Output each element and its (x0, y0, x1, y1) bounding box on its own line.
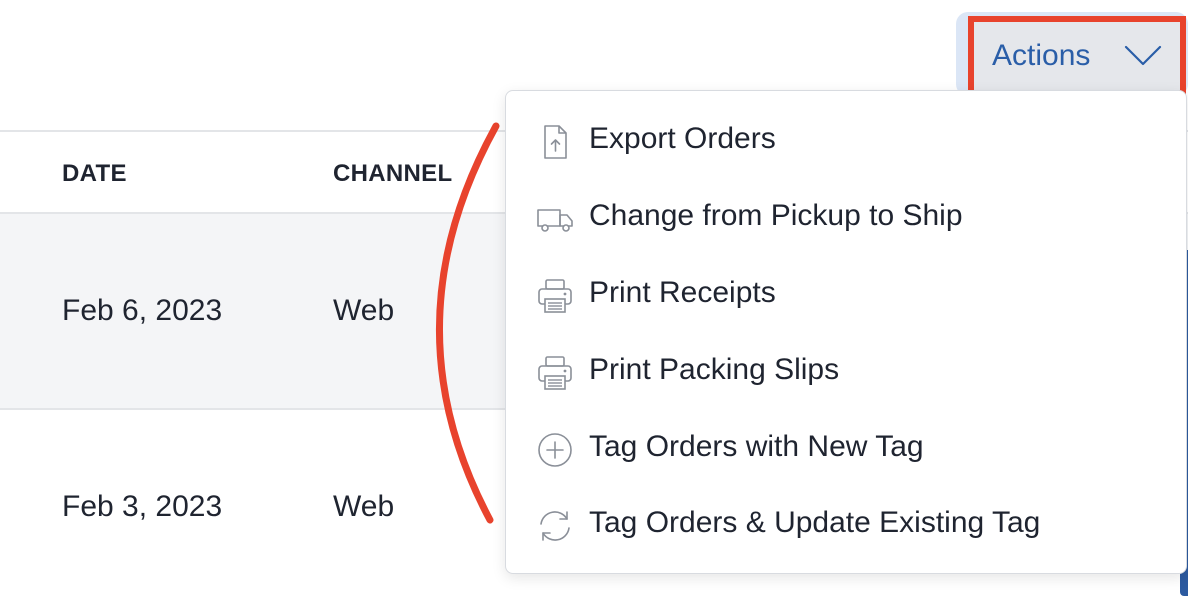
menu-item-label: Export Orders (589, 122, 776, 155)
row-channel: Web (333, 294, 395, 327)
plus-circle-icon (538, 433, 572, 467)
actions-button-label: Actions (992, 39, 1091, 72)
refresh-icon (540, 511, 570, 541)
menu-item-label: Change from Pickup to Ship (589, 199, 963, 232)
menu-item-export-orders[interactable]: Export Orders (506, 106, 1186, 176)
actions-button[interactable]: Actions (968, 16, 1186, 96)
chevron-down-icon (1124, 45, 1162, 66)
menu-item-label: Tag Orders & Update Existing Tag (589, 506, 1041, 539)
column-header-date[interactable]: DATE (62, 160, 127, 188)
menu-item-tag-update-existing[interactable]: Tag Orders & Update Existing Tag (506, 490, 1186, 560)
menu-item-print-packing-slips[interactable]: Print Packing Slips (506, 337, 1186, 407)
printer-icon (538, 279, 572, 313)
row-date: Feb 3, 2023 (62, 490, 223, 523)
column-header-channel[interactable]: CHANNEL (333, 160, 452, 188)
row-date: Feb 6, 2023 (62, 294, 223, 327)
truck-icon (537, 209, 573, 232)
printer-icon (538, 356, 572, 390)
menu-item-label: Print Receipts (589, 276, 776, 309)
row-channel: Web (333, 490, 395, 523)
menu-item-tag-new[interactable]: Tag Orders with New Tag (506, 414, 1186, 484)
actions-dropdown-menu: Export Orders Change from Pickup to Ship… (505, 90, 1187, 574)
menu-item-label: Tag Orders with New Tag (589, 430, 924, 463)
export-file-icon (544, 125, 567, 159)
menu-item-print-receipts[interactable]: Print Receipts (506, 260, 1186, 330)
menu-item-label: Print Packing Slips (589, 353, 840, 386)
menu-item-change-pickup-to-ship[interactable]: Change from Pickup to Ship (506, 183, 1186, 253)
